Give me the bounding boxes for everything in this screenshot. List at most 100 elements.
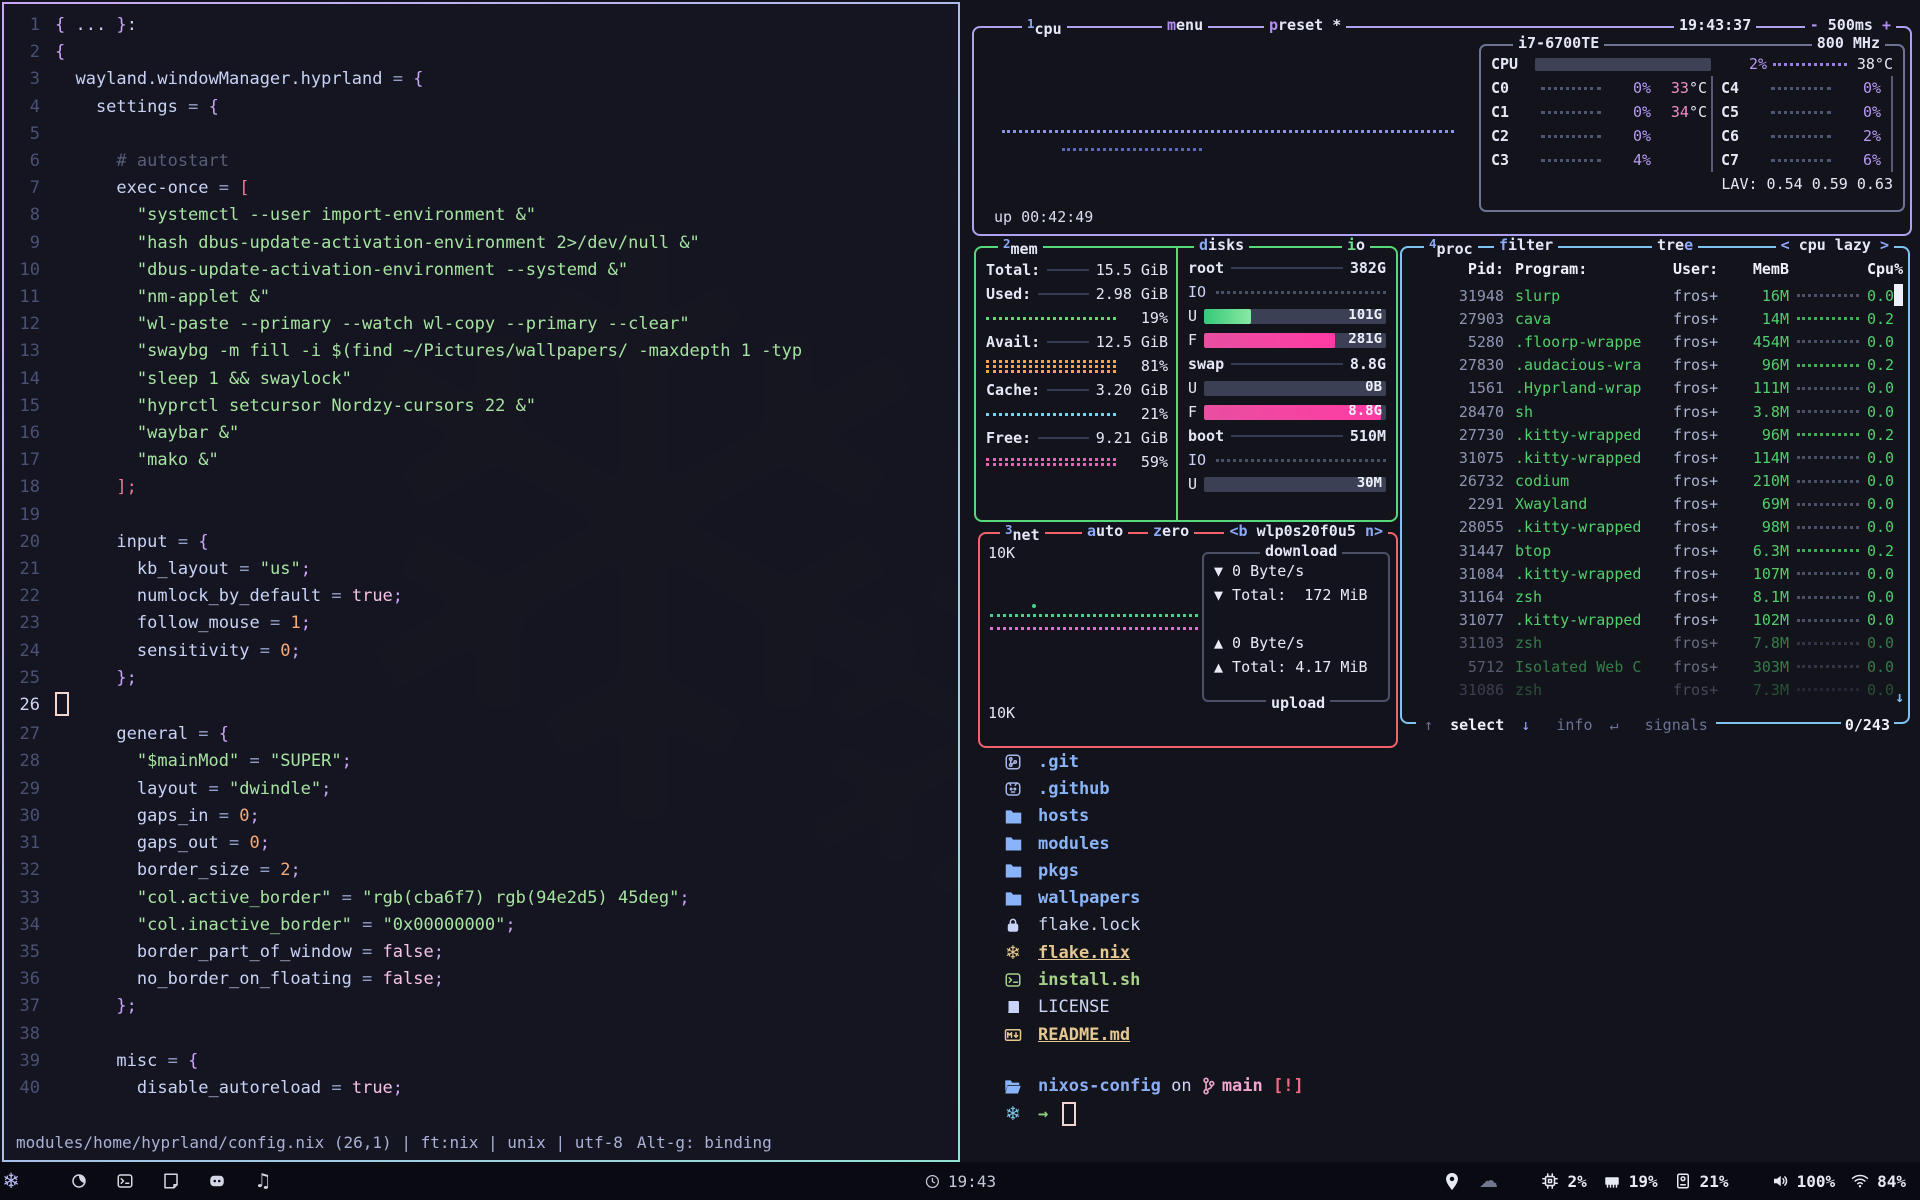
process-row[interactable]: 31447btopfros+6.3M0.2 bbox=[1402, 539, 1908, 562]
list-item[interactable]: README.md bbox=[960, 1021, 1920, 1048]
code-line[interactable]: 31 gaps_out = 0; bbox=[4, 830, 958, 857]
code-line[interactable]: 3 wayland.windowManager.hyprland = { bbox=[4, 66, 958, 93]
code-line[interactable]: 20 input = { bbox=[4, 529, 958, 556]
tray-chip[interactable]: 2% bbox=[1539, 1170, 1586, 1192]
btop-disks-label[interactable]: disks bbox=[1194, 236, 1249, 254]
code-line[interactable]: 12 "wl-paste --primary --watch wl-copy -… bbox=[4, 311, 958, 338]
code-line[interactable]: 19 bbox=[4, 502, 958, 529]
proc-sort-switcher[interactable]: < cpu lazy > bbox=[1776, 236, 1894, 254]
code-line[interactable]: 34 "col.inactive_border" = "0x00000000"; bbox=[4, 912, 958, 939]
proc-select-hint[interactable]: ↑ select ↓ info ↵ signals bbox=[1416, 716, 1716, 734]
code-line[interactable]: 11 "nm-applet &" bbox=[4, 284, 958, 311]
code-line[interactable]: 17 "mako &" bbox=[4, 447, 958, 474]
btop-tab-cpu[interactable]: 1cpu bbox=[1022, 16, 1067, 38]
tray-pin[interactable] bbox=[1441, 1170, 1463, 1192]
code-line[interactable]: 10 "dbus-update-activation-environment -… bbox=[4, 257, 958, 284]
net-device-switcher[interactable]: <b wlp0s20f0u5 n> bbox=[1224, 522, 1388, 540]
process-row[interactable]: 31084.kitty-wrappedfros+107M0.0 bbox=[1402, 562, 1908, 585]
code-line[interactable]: 33 "col.active_border" = "rgb(cba6f7) rg… bbox=[4, 885, 958, 912]
code-line[interactable]: 13 "swaybg -m fill -i $(find ~/Pictures/… bbox=[4, 338, 958, 365]
proc-scrollbar[interactable] bbox=[1894, 284, 1903, 306]
process-row[interactable]: 28055.kitty-wrappedfros+98M0.0 bbox=[1402, 516, 1908, 539]
code-line[interactable]: 25 }; bbox=[4, 665, 958, 692]
list-item[interactable]: flake.lock bbox=[960, 912, 1920, 939]
code-lines[interactable]: 1{ ... }:2{3 wayland.windowManager.hyprl… bbox=[4, 12, 958, 1102]
discord-icon[interactable] bbox=[206, 1170, 228, 1192]
code-line[interactable]: 23 follow_mouse = 1; bbox=[4, 610, 958, 637]
list-item[interactable]: .github bbox=[960, 775, 1920, 802]
btop-tab-proc[interactable]: 4proc bbox=[1424, 236, 1478, 258]
code-line[interactable]: 30 gaps_in = 0; bbox=[4, 803, 958, 830]
process-row[interactable]: 31075.kitty-wrappedfros+114M0.0 bbox=[1402, 446, 1908, 469]
code-line[interactable]: 21 kb_layout = "us"; bbox=[4, 556, 958, 583]
tray-wifi[interactable]: 84% bbox=[1849, 1170, 1906, 1192]
process-row[interactable]: 27730.kitty-wrappedfros+96M0.2 bbox=[1402, 423, 1908, 446]
code-line[interactable]: 35 border_part_of_window = false; bbox=[4, 939, 958, 966]
list-item[interactable]: ❄flake.nix bbox=[960, 939, 1920, 966]
process-row[interactable]: 5712Isolated Web Cfros+303M0.0 bbox=[1402, 655, 1908, 678]
process-row[interactable]: 31948slurpfros+16M0.0 bbox=[1402, 284, 1908, 307]
code-line[interactable]: 15 "hyprctl setcursor Nordzy-cursors 22 … bbox=[4, 393, 958, 420]
code-line[interactable]: 1{ ... }: bbox=[4, 12, 958, 39]
terminal-icon[interactable] bbox=[114, 1170, 136, 1192]
process-row[interactable]: 31103zshfros+7.8M0.0 bbox=[1402, 632, 1908, 655]
code-line[interactable]: 26 bbox=[4, 692, 958, 721]
code-line[interactable]: 14 "sleep 1 && swaylock" bbox=[4, 366, 958, 393]
net-auto-toggle[interactable]: auto bbox=[1082, 522, 1128, 540]
list-item[interactable]: hosts bbox=[960, 803, 1920, 830]
floorp-icon[interactable] bbox=[68, 1170, 90, 1192]
btop-io-toggle[interactable]: io bbox=[1342, 236, 1370, 254]
proc-filter-button[interactable]: filter bbox=[1494, 236, 1558, 254]
btop-menu-button[interactable]: menu bbox=[1162, 16, 1208, 34]
tray-ram[interactable]: 19% bbox=[1601, 1170, 1658, 1192]
btop-interval-control[interactable]: - 500ms + bbox=[1805, 16, 1896, 34]
notes-icon[interactable] bbox=[160, 1170, 182, 1192]
list-item[interactable]: install.sh bbox=[960, 966, 1920, 993]
code-line[interactable]: 24 sensitivity = 0; bbox=[4, 638, 958, 665]
tray-speaker[interactable]: 100% bbox=[1769, 1170, 1836, 1192]
tray-disk[interactable]: 21% bbox=[1672, 1170, 1729, 1192]
code-line[interactable]: 27 general = { bbox=[4, 721, 958, 748]
code-line[interactable]: 37 }; bbox=[4, 993, 958, 1020]
code-line[interactable]: 9 "hash dbus-update-activation-environme… bbox=[4, 230, 958, 257]
list-item[interactable]: .git bbox=[960, 748, 1920, 775]
nix-menu-icon[interactable]: ❄ bbox=[0, 1170, 22, 1192]
prompt-line-2[interactable]: ❄ → bbox=[960, 1100, 1920, 1128]
process-row[interactable]: 5280.floorp-wrappefros+454M0.0 bbox=[1402, 330, 1908, 353]
code-line[interactable]: 40 disable_autoreload = true; bbox=[4, 1075, 958, 1102]
btop-tab-net[interactable]: 3net bbox=[1000, 522, 1045, 544]
net-zero-toggle[interactable]: zero bbox=[1148, 522, 1194, 540]
code-line[interactable]: 4 settings = { bbox=[4, 94, 958, 121]
code-line[interactable]: 2{ bbox=[4, 39, 958, 66]
process-row[interactable]: 27830.audacious-wrafros+96M0.2 bbox=[1402, 354, 1908, 377]
code-line[interactable]: 18 ]; bbox=[4, 474, 958, 501]
process-row[interactable]: 31164zshfros+8.1M0.0 bbox=[1402, 585, 1908, 608]
list-item[interactable]: wallpapers bbox=[960, 884, 1920, 911]
code-line[interactable]: 36 no_border_on_floating = false; bbox=[4, 966, 958, 993]
process-row[interactable]: 1561.Hyprland-wrapfros+111M0.0 bbox=[1402, 377, 1908, 400]
process-row[interactable]: 27903cavafros+14M0.2 bbox=[1402, 307, 1908, 330]
proc-tree-toggle[interactable]: tree bbox=[1652, 236, 1698, 254]
code-line[interactable]: 6 # autostart bbox=[4, 148, 958, 175]
list-item[interactable]: LICENSE bbox=[960, 994, 1920, 1021]
code-line[interactable]: 16 "waybar &" bbox=[4, 420, 958, 447]
tray-cloud[interactable]: ☁ bbox=[1477, 1170, 1499, 1192]
process-row[interactable]: 28470shfros+3.8M0.0 bbox=[1402, 400, 1908, 423]
code-line[interactable]: 38 bbox=[4, 1021, 958, 1048]
process-row[interactable]: 31086zshfros+7.3M0.0 bbox=[1402, 678, 1908, 701]
list-item[interactable]: pkgs bbox=[960, 857, 1920, 884]
list-item[interactable]: modules bbox=[960, 830, 1920, 857]
process-row[interactable]: 2291Xwaylandfros+69M0.0 bbox=[1402, 493, 1908, 516]
btop-tab-mem[interactable]: 2mem bbox=[998, 236, 1043, 258]
code-line[interactable]: 7 exec-once = [ bbox=[4, 175, 958, 202]
music-icon[interactable]: ♫ bbox=[252, 1170, 274, 1192]
code-line[interactable]: 8 "systemctl --user import-environment &… bbox=[4, 202, 958, 229]
code-line[interactable]: 22 numlock_by_default = true; bbox=[4, 583, 958, 610]
process-row[interactable]: 26732codiumfros+210M0.0 bbox=[1402, 470, 1908, 493]
process-row[interactable]: 31077.kitty-wrappedfros+102M0.0 bbox=[1402, 609, 1908, 632]
code-line[interactable]: 5 bbox=[4, 121, 958, 148]
btop-preset-button[interactable]: preset * bbox=[1264, 16, 1346, 34]
code-line[interactable]: 28 "$mainMod" = "SUPER"; bbox=[4, 748, 958, 775]
code-line[interactable]: 29 layout = "dwindle"; bbox=[4, 776, 958, 803]
code-line[interactable]: 32 border_size = 2; bbox=[4, 857, 958, 884]
